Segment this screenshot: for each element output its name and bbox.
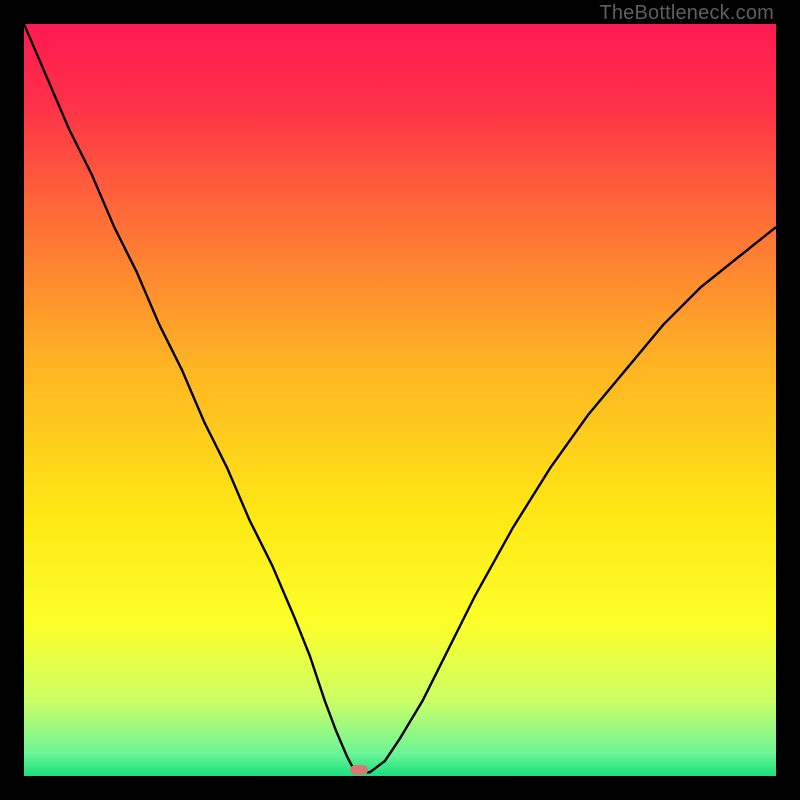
watermark-text: TheBottleneck.com [599,2,774,25]
chart-frame [24,24,776,776]
optimal-point-marker [350,765,368,775]
bottleneck-chart [24,24,776,776]
chart-background-gradient [24,24,776,776]
